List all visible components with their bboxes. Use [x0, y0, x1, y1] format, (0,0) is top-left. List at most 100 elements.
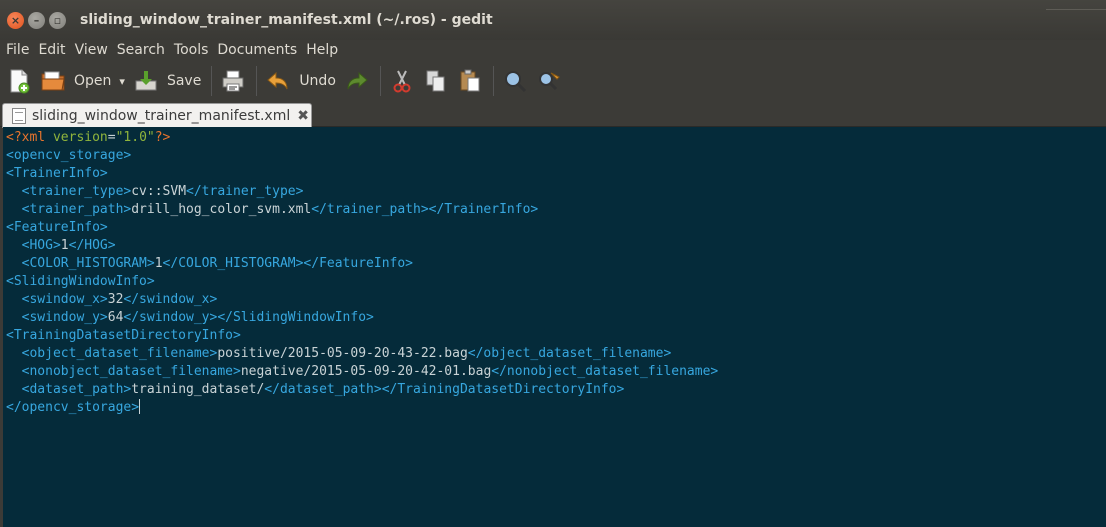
code-line[interactable]: <trainer_path>drill_hog_color_svm.xml</t… [6, 201, 1106, 219]
find-replace-icon [536, 68, 562, 94]
toolbar-separator [256, 66, 258, 96]
code-token: </nonobject_dataset_filename> [491, 364, 719, 379]
tab-label: sliding_window_trainer_manifest.xml [32, 108, 291, 124]
code-token: <COLOR_HISTOGRAM> [21, 256, 155, 271]
text-editor[interactable]: <?xml version="1.0"?> <opencv_storage> <Tr… [3, 127, 1106, 527]
new-button[interactable] [6, 64, 32, 98]
minimize-window-button[interactable]: – [28, 11, 45, 29]
code-token: <FeatureInfo> [6, 220, 108, 235]
title-bar-edge [1046, 9, 1106, 16]
code-line[interactable]: <swindow_y>64</swindow_y></SlidingWindow… [6, 309, 1106, 327]
close-icon[interactable]: ✖ [297, 108, 309, 124]
tab-bar: sliding_window_trainer_manifest.xml ✖ [0, 102, 1106, 128]
tab-document[interactable]: sliding_window_trainer_manifest.xml ✖ [2, 103, 312, 128]
code-token: <nonobject_dataset_filename> [21, 364, 241, 379]
paste-button[interactable] [457, 64, 483, 98]
save-button[interactable]: Save [133, 64, 201, 98]
code-token: ?> [154, 130, 171, 145]
menu-documents[interactable]: Documents [217, 42, 297, 58]
print-button[interactable] [220, 64, 246, 98]
code-token: <swindow_x> [21, 292, 108, 307]
code-token: <trainer_path> [21, 202, 132, 217]
code-line[interactable]: <FeatureInfo> [6, 219, 1106, 237]
code-token: <TrainingDatasetDirectoryInfo> [6, 328, 241, 343]
code-token: </COLOR_HISTOGRAM></FeatureInfo> [162, 256, 413, 271]
code-token: <dataset_path> [21, 382, 132, 397]
code-token: <trainer_type> [21, 184, 132, 199]
text-cursor [139, 399, 141, 414]
close-window-button[interactable]: × [7, 11, 24, 29]
code-token: </HOG> [68, 238, 116, 253]
code-line[interactable]: <trainer_type>cv::SVM</trainer_type> [6, 183, 1106, 201]
code-token: 64 [107, 310, 124, 325]
document-icon [12, 108, 26, 124]
paste-icon [457, 68, 483, 94]
code-token: = [107, 130, 116, 145]
open-button[interactable]: Open [40, 64, 111, 98]
code-line[interactable]: <SlidingWindowInfo> [6, 273, 1106, 291]
code-line[interactable]: <nonobject_dataset_filename>negative/201… [6, 363, 1106, 381]
code-line[interactable]: <swindow_x>32</swindow_x> [6, 291, 1106, 309]
menu-tools[interactable]: Tools [174, 42, 209, 58]
code-line[interactable]: <TrainingDatasetDirectoryInfo> [6, 327, 1106, 345]
code-line[interactable]: <dataset_path>training_dataset/</dataset… [6, 381, 1106, 399]
code-token: cv::SVM [131, 184, 187, 199]
code-token: </object_dataset_filename> [467, 346, 672, 361]
find-button[interactable] [502, 64, 528, 98]
save-icon [133, 68, 159, 94]
code-line[interactable]: <COLOR_HISTOGRAM>1</COLOR_HISTOGRAM></Fe… [6, 255, 1106, 273]
menu-help[interactable]: Help [306, 42, 338, 58]
undo-button[interactable]: Undo [265, 64, 336, 98]
redo-button[interactable] [344, 64, 370, 98]
find-replace-button[interactable] [536, 64, 562, 98]
code-token: <object_dataset_filename> [21, 346, 218, 361]
code-token: <swindow_y> [21, 310, 108, 325]
code-token: </swindow_y></SlidingWindowInfo> [123, 310, 374, 325]
cut-icon [389, 68, 415, 94]
code-line[interactable]: <TrainerInfo> [6, 165, 1106, 183]
code-token: negative/2015-05-09-20-42-01.bag [240, 364, 492, 379]
toolbar-separator [492, 66, 494, 96]
cut-button[interactable] [389, 64, 415, 98]
code-token: </trainer_type> [186, 184, 304, 199]
menu-bar: File Edit View Search Tools Documents He… [0, 40, 1106, 60]
code-token: version [52, 130, 108, 145]
copy-button[interactable] [423, 64, 449, 98]
maximize-window-button[interactable]: ▫ [49, 11, 66, 29]
code-token: </trainer_path></TrainerInfo> [311, 202, 539, 217]
code-token: 1 [60, 238, 69, 253]
code-token: 1 [154, 256, 163, 271]
code-line[interactable]: <HOG>1</HOG> [6, 237, 1106, 255]
code-line[interactable]: </opencv_storage> [6, 399, 1106, 417]
code-token: 32 [107, 292, 124, 307]
code-token: <HOG> [21, 238, 61, 253]
code-token: training_dataset/ [131, 382, 265, 397]
menu-search[interactable]: Search [117, 42, 165, 58]
menu-edit[interactable]: Edit [38, 42, 65, 58]
code-token: <opencv_storage> [6, 148, 132, 163]
open-recent-dropdown[interactable]: ▾ [119, 64, 125, 98]
menu-file[interactable]: File [6, 42, 29, 58]
redo-icon [344, 68, 370, 94]
code-token: </dataset_path></TrainingDatasetDirector… [264, 382, 625, 397]
copy-icon [423, 68, 449, 94]
menu-view[interactable]: View [75, 42, 108, 58]
toolbar: Open ▾ Save Undo [0, 60, 1106, 102]
code-token: positive/2015-05-09-20-43-22.bag [217, 346, 468, 361]
open-folder-icon [40, 68, 66, 94]
code-line[interactable]: <opencv_storage> [6, 147, 1106, 165]
code-line[interactable]: <?xml version="1.0"?> [6, 129, 1106, 147]
open-label: Open [74, 73, 112, 89]
code-line[interactable]: <object_dataset_filename>positive/2015-0… [6, 345, 1106, 363]
code-token: "1.0" [115, 130, 155, 145]
save-label: Save [166, 73, 202, 89]
undo-icon [265, 68, 291, 94]
window-title: sliding_window_trainer_manifest.xml (~/.… [80, 12, 493, 28]
